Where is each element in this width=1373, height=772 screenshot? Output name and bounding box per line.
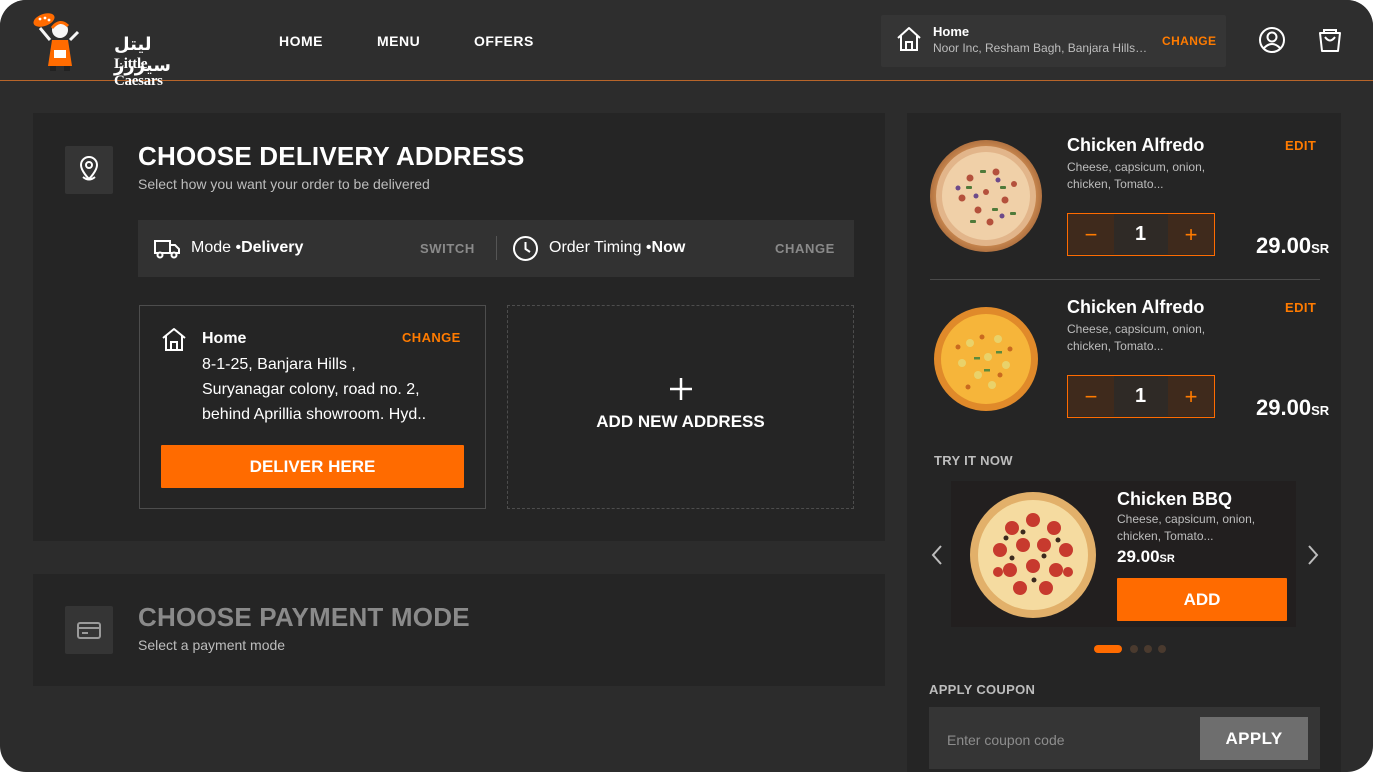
quantity-stepper: − 1 + — [1067, 375, 1215, 418]
plus-icon — [668, 376, 694, 402]
top-header: ليتل سيزرز Little Caesars HOME MENU OFFE… — [0, 0, 1373, 89]
order-timing-value: Now — [651, 239, 686, 256]
cart-divider — [930, 279, 1320, 280]
order-mode-value: Delivery — [241, 239, 304, 256]
cart-item-desc: Cheese, capsicum, onion, chicken, Tomato… — [1067, 322, 1206, 353]
quantity-value: 1 — [1134, 385, 1147, 407]
mode-divider — [496, 236, 497, 260]
cart-item-edit-link[interactable]: EDIT — [1285, 300, 1316, 315]
increase-qty-button[interactable]: + — [1168, 376, 1214, 416]
home-icon — [160, 326, 188, 357]
saved-address-title: Home — [202, 330, 247, 347]
cart-item-price: 29.00SR — [1256, 395, 1329, 421]
carousel-prev-icon[interactable] — [930, 544, 944, 571]
promo-desc: Cheese, capsicum, onion, chicken, Tomato… — [1117, 512, 1256, 543]
nav-offers[interactable]: OFFERS — [474, 33, 534, 49]
caesar-mascot-icon — [33, 13, 80, 71]
saved-address-card[interactable]: Home CHANGE 8-1-25, Banjara Hills , Sury… — [139, 305, 486, 509]
cart-item-edit-link[interactable]: EDIT — [1285, 138, 1316, 153]
brand-name: Little Caesars — [114, 56, 163, 89]
app-frame: ليتل سيزرز Little Caesars HOME MENU OFFE… — [0, 0, 1373, 772]
payment-card-box — [65, 606, 113, 654]
apply-coupon-label: APPLY COUPON — [929, 682, 1036, 697]
payment-title: CHOOSE PAYMENT MODE — [138, 602, 470, 632]
order-mode-label: Mode • — [191, 239, 242, 256]
price-amount: 29.00 — [1256, 233, 1312, 258]
nav-menu[interactable]: MENU — [377, 33, 420, 49]
coupon-input[interactable]: Enter coupon code — [947, 732, 1065, 748]
brand-logo[interactable]: ليتل سيزرز Little Caesars — [30, 10, 180, 89]
order-mode-text: Mode •Delivery — [191, 239, 303, 257]
cart-item-name: Chicken Alfredo — [1067, 135, 1205, 155]
price-currency: SR — [1311, 403, 1330, 418]
quantity-value: 1 — [1134, 223, 1147, 245]
switch-mode-button[interactable]: SWITCH — [420, 241, 475, 256]
user-account-icon[interactable] — [1258, 26, 1286, 59]
change-timing-button[interactable]: CHANGE — [775, 241, 835, 256]
saved-address-line: 8-1-25, Banjara Hills , — [202, 356, 356, 373]
order-mode-bar: Mode •Delivery SWITCH Order Timing •Now … — [138, 220, 854, 277]
cart-item-image — [930, 303, 1042, 415]
cart-item-image — [930, 140, 1042, 252]
saved-address-line: behind Aprillia showroom. Hyd.. — [202, 406, 427, 423]
decrease-qty-button[interactable]: − — [1068, 214, 1114, 254]
price-amount: 29.00 — [1256, 395, 1312, 420]
promo-add-button[interactable]: ADD — [1117, 578, 1287, 621]
add-new-address-label: ADD NEW ADDRESS — [596, 412, 765, 431]
promo-name: Chicken BBQ — [1117, 489, 1233, 509]
header-address-change-link[interactable]: CHANGE — [1162, 34, 1216, 48]
saved-address-change-link[interactable]: CHANGE — [402, 330, 461, 345]
clock-icon — [512, 235, 539, 267]
coupon-box: Enter coupon code APPLY — [929, 707, 1320, 769]
try-it-now-label: TRY IT NOW — [934, 453, 1013, 468]
location-pin-icon — [79, 156, 99, 181]
deliver-here-button[interactable]: DELIVER HERE — [161, 445, 464, 488]
credit-card-icon — [77, 622, 101, 639]
header-address-title: Home — [933, 24, 970, 39]
payment-subtitle: Select a payment mode — [138, 637, 286, 653]
shopping-bag-icon[interactable] — [1317, 26, 1343, 59]
cart-item-desc: Cheese, capsicum, onion, chicken, Tomato… — [1067, 160, 1206, 191]
add-new-address-card[interactable]: ADD NEW ADDRESS — [507, 305, 854, 509]
promo-pizza-image — [968, 490, 1098, 620]
saved-address-line: Suryanagar colony, road no. 2, — [202, 381, 420, 398]
delivery-subtitle: Select how you want your order to be del… — [138, 176, 430, 192]
increase-qty-button[interactable]: + — [1168, 214, 1214, 254]
carousel-dot[interactable] — [1144, 645, 1152, 653]
header-address-selector[interactable]: Home Noor Inc, Resham Bagh, Banjara Hill… — [881, 15, 1226, 67]
header-address-text: Noor Inc, Resham Bagh, Banjara Hills, Hy… — [933, 41, 1148, 55]
price-currency: SR — [1159, 553, 1175, 565]
delivery-title: CHOOSE DELIVERY ADDRESS — [138, 141, 525, 171]
cart-item-price: 29.00SR — [1256, 233, 1329, 259]
promo-card: Chicken BBQ Cheese, capsicum, onion, chi… — [951, 481, 1296, 627]
quantity-stepper: − 1 + — [1067, 213, 1215, 256]
carousel-dot[interactable] — [1158, 645, 1166, 653]
order-timing-text: Order Timing •Now — [549, 239, 685, 257]
order-timing-label: Order Timing • — [549, 239, 652, 256]
carousel-dot[interactable] — [1130, 645, 1138, 653]
price-amount: 29.00 — [1117, 547, 1160, 566]
delivery-truck-icon — [153, 236, 181, 265]
apply-coupon-button[interactable]: APPLY — [1200, 717, 1308, 760]
nav-home[interactable]: HOME — [279, 33, 323, 49]
price-currency: SR — [1311, 241, 1330, 256]
decrease-qty-button[interactable]: − — [1068, 376, 1114, 416]
carousel-dot-active[interactable] — [1094, 645, 1122, 653]
cart-item-name: Chicken Alfredo — [1067, 297, 1205, 317]
home-icon — [895, 25, 923, 58]
location-pin-box — [65, 146, 113, 194]
promo-price: 29.00SR — [1117, 547, 1175, 567]
carousel-next-icon[interactable] — [1306, 544, 1320, 571]
